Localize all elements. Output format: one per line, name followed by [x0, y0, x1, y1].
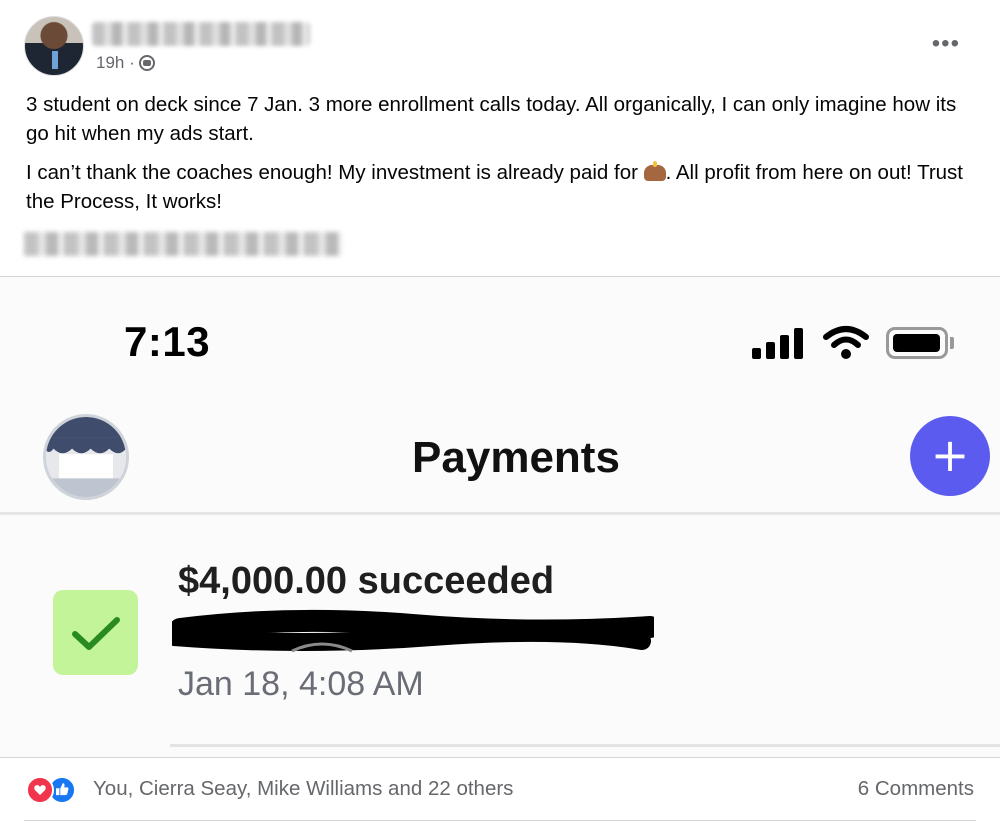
raising-hands-emoji-icon	[643, 161, 666, 181]
comments-count[interactable]: 6 Comments	[858, 777, 974, 801]
post-paragraph-1: 3 student on deck since 7 Jan. 3 more en…	[26, 93, 957, 145]
redacted-link[interactable]	[24, 232, 342, 256]
avatar[interactable]	[24, 16, 84, 76]
redacted-email	[172, 609, 654, 653]
status-bar-time: 7:13	[124, 318, 211, 365]
post-paragraph-2: I can’t thank the coaches enough! My inv…	[26, 158, 981, 216]
row-divider	[170, 744, 1000, 747]
love-reaction-icon	[26, 776, 54, 804]
post-header: 19h · •••	[0, 0, 1000, 90]
wifi-icon	[823, 326, 869, 359]
divider	[24, 820, 976, 821]
battery-tip	[950, 337, 954, 349]
cellular-signal-icon	[752, 327, 804, 359]
redacted-author-name[interactable]	[92, 22, 310, 46]
reaction-icons[interactable]	[26, 774, 76, 806]
battery-icon	[886, 327, 954, 359]
reactions-summary[interactable]: You, Cierra Seay, Mike Williams and 22 o…	[93, 777, 513, 801]
more-options-icon[interactable]: •••	[932, 32, 960, 56]
battery-body	[886, 327, 948, 359]
add-payment-button[interactable]: +	[910, 416, 990, 496]
attached-screenshot[interactable]: 7:13 Payments + $4,000.00 succeeded Jan …	[0, 277, 1000, 757]
avatar-tie	[52, 51, 58, 69]
payment-amount[interactable]: $4,000.00 succeeded	[178, 560, 554, 603]
success-check-icon	[53, 590, 138, 675]
post-time[interactable]: 19h ·	[96, 53, 135, 73]
post-body: 3 student on deck since 7 Jan. 3 more en…	[26, 90, 981, 226]
globe-icon	[138, 55, 155, 71]
payment-date: Jan 18, 4:08 AM	[178, 665, 424, 703]
post-paragraph-2-start: I can’t thank the coaches enough! My inv…	[26, 161, 644, 184]
page-title: Payments	[412, 433, 620, 482]
battery-fill	[893, 334, 940, 352]
header-divider	[0, 512, 1000, 515]
divider	[0, 757, 1000, 758]
post-meta: 19h ·	[96, 53, 155, 73]
